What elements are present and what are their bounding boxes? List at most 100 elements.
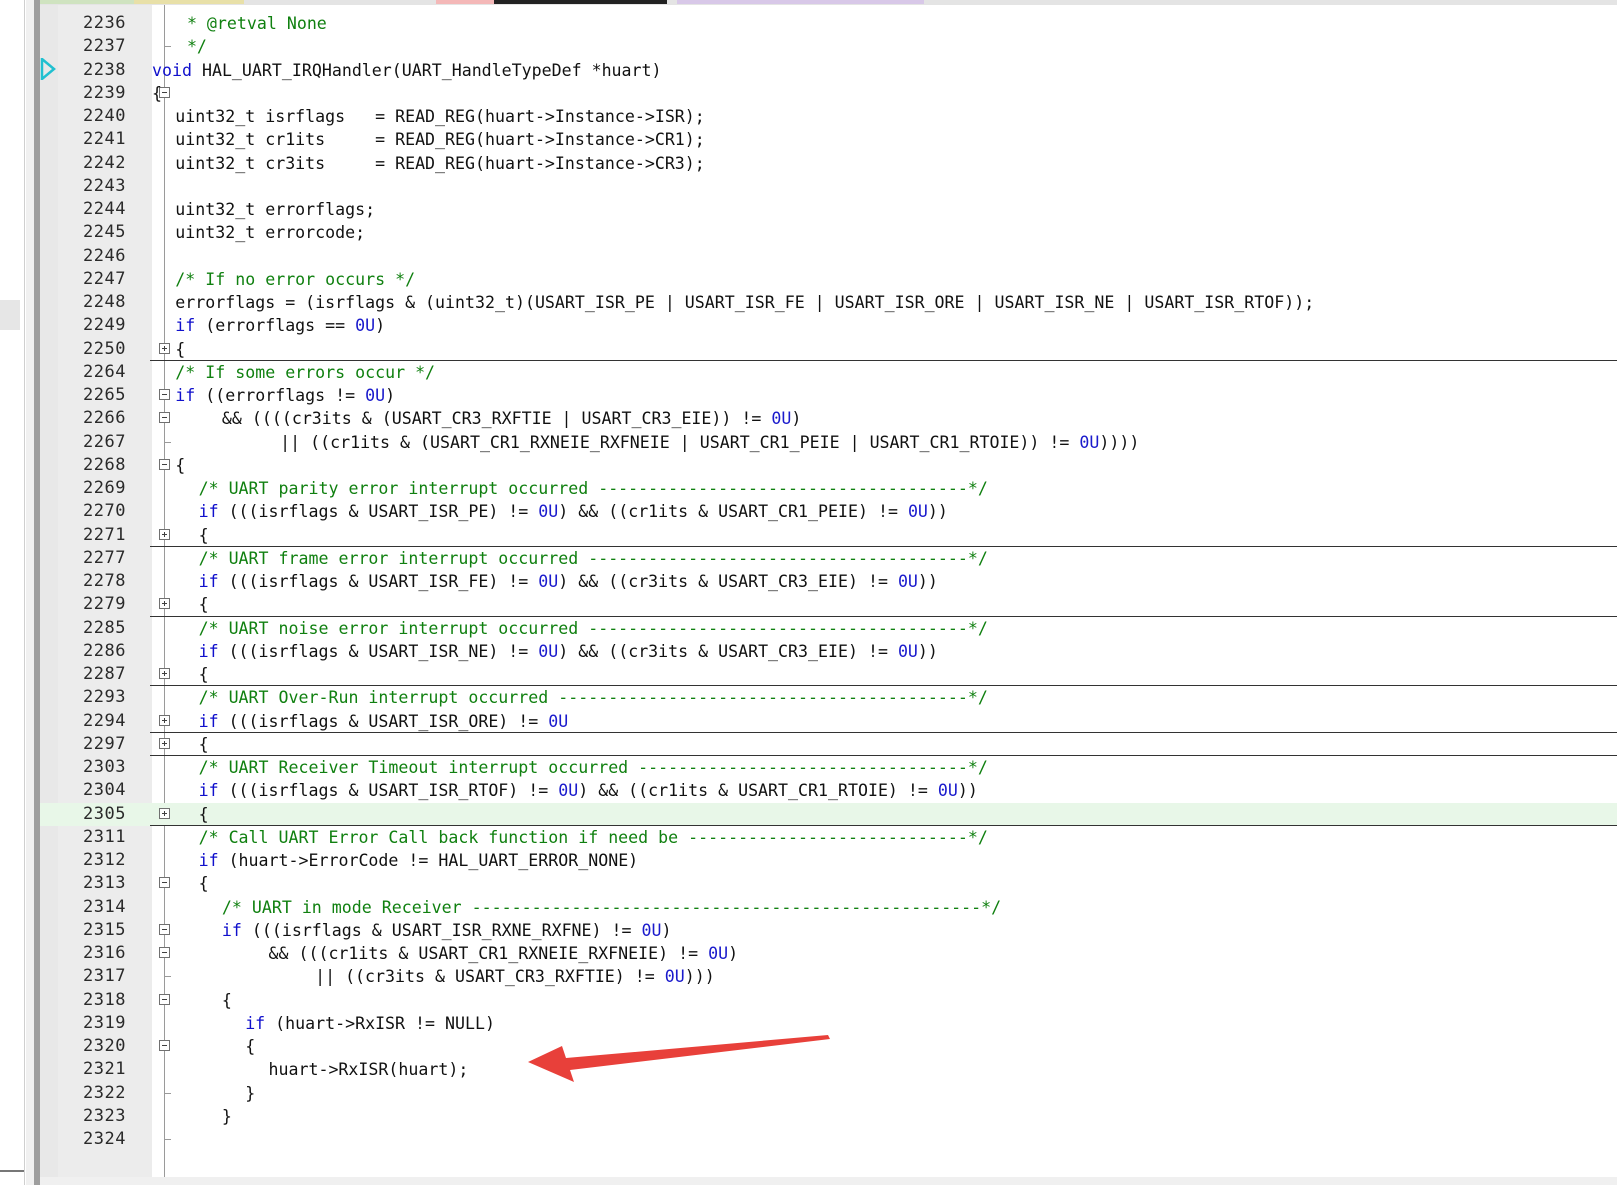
fold-end-marker bbox=[164, 976, 171, 978]
code-line[interactable]: 2271 { bbox=[34, 524, 1617, 547]
code-text: */ bbox=[187, 35, 207, 58]
code-line[interactable]: 2285 /* UART noise error interrupt occurr… bbox=[34, 617, 1617, 640]
code-line[interactable]: 2241 uint32_t cr1its = READ_REG(huart->In… bbox=[34, 128, 1617, 151]
code-text: { bbox=[199, 593, 209, 616]
left-panel-strip bbox=[0, 0, 26, 1185]
code-line[interactable]: 2249 if (errorflags == 0U) bbox=[34, 314, 1617, 337]
code-line[interactable]: 2277 /* UART frame error interrupt occurr… bbox=[34, 547, 1617, 570]
code-line[interactable]: 2267 || ((cr1its & (USART_CR1_RXNEIE_RXFN… bbox=[34, 431, 1617, 454]
code-token: { bbox=[198, 595, 209, 615]
code-line[interactable]: 2245 uint32_t errorcode; bbox=[34, 221, 1617, 244]
fold-expand-icon[interactable] bbox=[159, 342, 170, 354]
number-token: 0U bbox=[641, 920, 662, 940]
code-token: ) bbox=[375, 316, 386, 336]
code-line[interactable]: 2287 { bbox=[34, 663, 1617, 686]
fold-expand-icon[interactable] bbox=[159, 598, 170, 610]
code-text: /* UART frame error interrupt occurred -… bbox=[199, 547, 988, 570]
fold-collapse-icon[interactable] bbox=[159, 458, 170, 470]
code-line[interactable]: 2304 if (((isrflags & USART_ISR_RTOF) != … bbox=[34, 779, 1617, 802]
code-line[interactable]: 2243 bbox=[34, 175, 1617, 198]
comment-token: * @retval None bbox=[186, 14, 327, 33]
code-line[interactable]: 2315 if (((isrflags & USART_ISR_RXNE_RXFN… bbox=[34, 919, 1617, 942]
code-line[interactable]: 2264 /* If some errors occur */ bbox=[34, 361, 1617, 384]
code-line[interactable]: 2247 /* If no error occurs */ bbox=[34, 268, 1617, 291]
code-line[interactable]: 2323} bbox=[34, 1105, 1617, 1128]
line-number: 2246 bbox=[83, 245, 126, 266]
code-line[interactable]: 2268 { bbox=[34, 454, 1617, 477]
code-text: { bbox=[152, 82, 162, 105]
code-line[interactable]: 2250 { bbox=[34, 338, 1617, 361]
editor-tab[interactable] bbox=[134, 0, 244, 4]
editor-tab[interactable] bbox=[436, 0, 494, 4]
line-number: 2279 bbox=[83, 594, 126, 615]
editor-tab[interactable] bbox=[494, 0, 667, 4]
code-line[interactable]: 2313 { bbox=[34, 872, 1617, 895]
code-line[interactable]: 2279 { bbox=[34, 593, 1617, 616]
code-token: )))) bbox=[1099, 432, 1140, 452]
code-line[interactable]: 2240 uint32_t isrflags = READ_REG(huart->… bbox=[34, 105, 1617, 128]
code-line[interactable]: 2303 /* UART Receiver Timeout interrupt o… bbox=[34, 756, 1617, 779]
code-text: /* If some errors occur */ bbox=[175, 361, 435, 384]
code-line[interactable]: 2269 /* UART parity error interrupt occur… bbox=[34, 477, 1617, 500]
code-token: uint32_t errorflags; bbox=[175, 200, 376, 219]
fold-collapse-icon[interactable] bbox=[159, 877, 170, 889]
line-number: 2287 bbox=[83, 664, 126, 684]
editor-tab[interactable] bbox=[34, 0, 134, 4]
code-line[interactable]: 2270 if (((isrflags & USART_ISR_PE) != 0U… bbox=[34, 500, 1617, 523]
code-line[interactable]: 2266 && ((((cr3its & (USART_CR3_RXFTIE | … bbox=[34, 407, 1617, 430]
code-line[interactable]: 2242 uint32_t cr3its = READ_REG(huart->In… bbox=[34, 152, 1617, 175]
code-line[interactable]: 2246 bbox=[34, 245, 1617, 268]
fold-collapse-icon[interactable] bbox=[159, 993, 170, 1005]
code-line[interactable]: 2248 errorflags = (isrflags & (uint32_t)(… bbox=[34, 291, 1617, 314]
fold-expand-icon[interactable] bbox=[159, 528, 170, 540]
code-token: uint32_t cr3its = READ_REG(huart->Instan… bbox=[175, 153, 705, 173]
number-token: 0U bbox=[664, 967, 685, 987]
comment-token: /* UART Over-Run interrupt occurred ----… bbox=[198, 688, 988, 708]
editor-tab[interactable] bbox=[677, 0, 924, 4]
code-line[interactable]: 2312 if (huart->ErrorCode != HAL_UART_ERR… bbox=[34, 849, 1617, 872]
code-line[interactable]: 2318 { bbox=[34, 989, 1617, 1012]
fold-expand-icon[interactable] bbox=[159, 807, 170, 819]
fold-expand-icon[interactable] bbox=[159, 714, 170, 726]
code-line[interactable]: 2238 void HAL_UART_IRQHandler(UART_Handle… bbox=[34, 59, 1617, 82]
code-line[interactable]: 2305 { bbox=[34, 802, 1617, 826]
fold-end-marker bbox=[164, 1092, 171, 1094]
line-number: 2250 bbox=[83, 338, 126, 359]
code-line[interactable]: 2316 && (((cr1its & USART_CR1_RXNEIE_RXFN… bbox=[34, 942, 1617, 965]
comment-token: /* If no error occurs */ bbox=[175, 269, 416, 289]
code-text: { bbox=[199, 524, 209, 547]
code-text: && ((((cr3its & (USART_CR3_RXFTIE | USAR… bbox=[222, 407, 801, 430]
line-number: 2278 bbox=[83, 571, 126, 591]
line-number: 2237 bbox=[83, 36, 126, 57]
fold-collapse-icon[interactable] bbox=[159, 947, 170, 958]
code-line[interactable]: 2324 bbox=[34, 1128, 1617, 1151]
code-text: if (((isrflags & USART_ISR_FE) != 0U) &&… bbox=[199, 570, 938, 593]
code-line[interactable]: 2311 /* Call UART Error Call back functio… bbox=[34, 826, 1617, 849]
fold-collapse-icon[interactable] bbox=[159, 412, 170, 424]
code-line[interactable]: 2297 { bbox=[34, 733, 1617, 756]
fold-collapse-icon[interactable] bbox=[159, 389, 170, 400]
code-line[interactable]: 2265 if ((errorflags != 0U) bbox=[34, 384, 1617, 407]
code-line[interactable]: 2237 */ bbox=[34, 35, 1617, 58]
comment-token: */ bbox=[186, 37, 207, 57]
keyword-token: if bbox=[175, 386, 196, 405]
code-line[interactable]: 2244 uint32_t errorflags; bbox=[34, 198, 1617, 221]
line-number: 2264 bbox=[83, 361, 126, 382]
code-line[interactable]: 2317 || ((cr3its & USART_CR3_RXFTIE) != 0… bbox=[34, 965, 1617, 988]
fold-collapse-icon[interactable] bbox=[159, 1040, 170, 1051]
code-line[interactable]: 2294 if (((isrflags & USART_ISR_ORE) != 0… bbox=[34, 710, 1617, 733]
code-line[interactable]: 2239 { bbox=[34, 82, 1617, 105]
comment-token: /* UART in mode Receiver ---------------… bbox=[221, 897, 1002, 917]
fold-end-marker bbox=[164, 46, 171, 48]
code-line[interactable]: 2278 if (((isrflags & USART_ISR_FE) != 0U… bbox=[34, 570, 1617, 593]
fold-collapse-icon[interactable] bbox=[159, 923, 170, 935]
code-line[interactable]: 2286 if (((isrflags & USART_ISR_NE) != 0U… bbox=[34, 640, 1617, 663]
line-number: 2240 bbox=[83, 106, 126, 126]
keyword-token: if bbox=[198, 502, 219, 522]
code-line[interactable]: 2293 /* UART Over-Run interrupt occurred … bbox=[34, 686, 1617, 709]
code-line[interactable]: 2236 * @retval None bbox=[34, 12, 1617, 35]
code-line[interactable]: 2314 /* UART in mode Receiver -----------… bbox=[34, 896, 1617, 919]
fold-expand-icon[interactable] bbox=[159, 668, 170, 679]
code-editor[interactable]: 2236 * @retval None 2237 */ 2238 void HAL_UAR… bbox=[34, 5, 1617, 1177]
fold-expand-icon[interactable] bbox=[159, 737, 170, 749]
